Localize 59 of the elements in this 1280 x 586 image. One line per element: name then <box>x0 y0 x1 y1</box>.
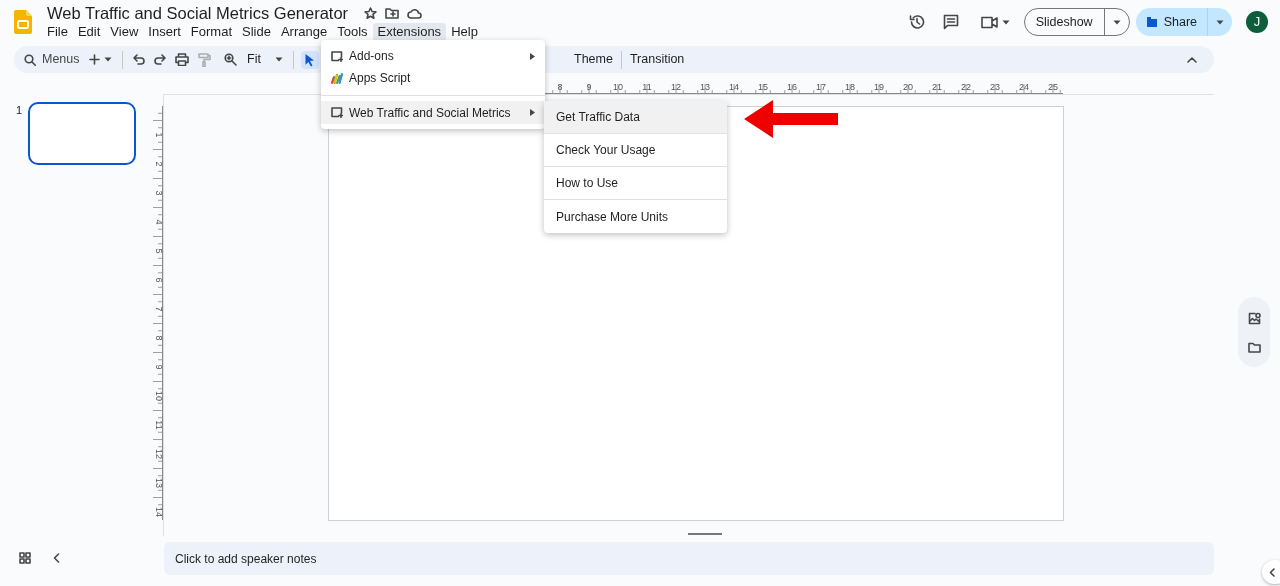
document-title[interactable]: Web Traffic and Social Metrics Generator <box>47 3 349 23</box>
ruler-number: 4 <box>154 219 163 225</box>
share-label: Share <box>1163 13 1197 31</box>
ruler-number: 9 <box>154 364 163 370</box>
ruler-number: 19 <box>874 82 884 92</box>
zoom-dropdown[interactable]: Fit <box>244 48 286 71</box>
zoom-value: Fit <box>247 51 261 69</box>
ruler-number: 25 <box>1048 82 1058 92</box>
ruler-number: 9 <box>586 82 592 92</box>
ruler-number: 1 <box>154 132 163 138</box>
menu-item[interactable]: Web Traffic and Social Metrics <box>321 101 545 124</box>
ruler-number: 12 <box>154 449 163 459</box>
ruler-number: 14 <box>154 507 163 517</box>
ruler-number: 5 <box>154 248 163 254</box>
ruler-number: 10 <box>154 391 163 401</box>
ruler-number: 22 <box>961 82 971 92</box>
ruler-number: 13 <box>700 82 710 92</box>
submenu-item[interactable]: Check Your Usage <box>544 134 727 167</box>
menu-item[interactable]: View <box>105 23 144 41</box>
ruler-number: 10 <box>613 82 623 92</box>
speaker-notes-field[interactable]: Click to add speaker notes <box>164 541 1214 575</box>
menu-item[interactable]: Slide <box>237 23 276 41</box>
menu-item[interactable]: Insert <box>143 23 186 41</box>
ruler-number: 14 <box>729 82 739 92</box>
ruler-number: 16 <box>787 82 797 92</box>
ruler-number: 18 <box>845 82 855 92</box>
ruler-number: 17 <box>816 82 826 92</box>
ruler-number: 23 <box>990 82 1000 92</box>
menu-item[interactable]: Edit <box>72 23 106 41</box>
menu-item[interactable]: File <box>42 23 73 41</box>
menu-item[interactable]: Apps Script <box>321 67 545 89</box>
menu-item[interactable]: Add-ons <box>321 45 545 67</box>
ruler-number: 21 <box>932 82 942 92</box>
ruler-number: 24 <box>1019 82 1029 92</box>
ruler-number: 11 <box>642 82 652 92</box>
ruler-number: 12 <box>671 82 681 92</box>
menu-item[interactable]: Format <box>185 23 237 41</box>
ruler-number: 2 <box>154 161 163 167</box>
menu-item[interactable]: Help <box>446 23 483 41</box>
ruler-number: 7 <box>154 306 163 312</box>
ruler-number: 20 <box>903 82 913 92</box>
ruler-number: 8 <box>154 335 163 341</box>
ruler-number: 15 <box>758 82 768 92</box>
submenu-item[interactable]: How to Use <box>544 167 727 200</box>
toolbar-button[interactable]: Theme <box>569 48 618 71</box>
ruler-number: 13 <box>154 478 163 488</box>
toolbar-button[interactable]: Transition <box>624 48 690 71</box>
menu-item[interactable]: Arrange <box>275 23 333 41</box>
submenu-item[interactable]: Get Traffic Data <box>544 101 727 134</box>
ruler-number: 11 <box>154 420 163 430</box>
menu-item[interactable]: Tools <box>332 23 373 41</box>
submenu-item[interactable]: Purchase More Units <box>544 200 727 233</box>
ruler-number: 8 <box>557 82 563 92</box>
ruler-number: 6 <box>154 277 163 283</box>
slide-number: 1 <box>16 103 23 118</box>
search-menus-field[interactable]: Menus <box>42 50 82 69</box>
avatar[interactable]: J <box>1246 11 1268 33</box>
ruler-number: 3 <box>154 190 163 196</box>
menu-item[interactable]: Extensions <box>372 23 447 41</box>
